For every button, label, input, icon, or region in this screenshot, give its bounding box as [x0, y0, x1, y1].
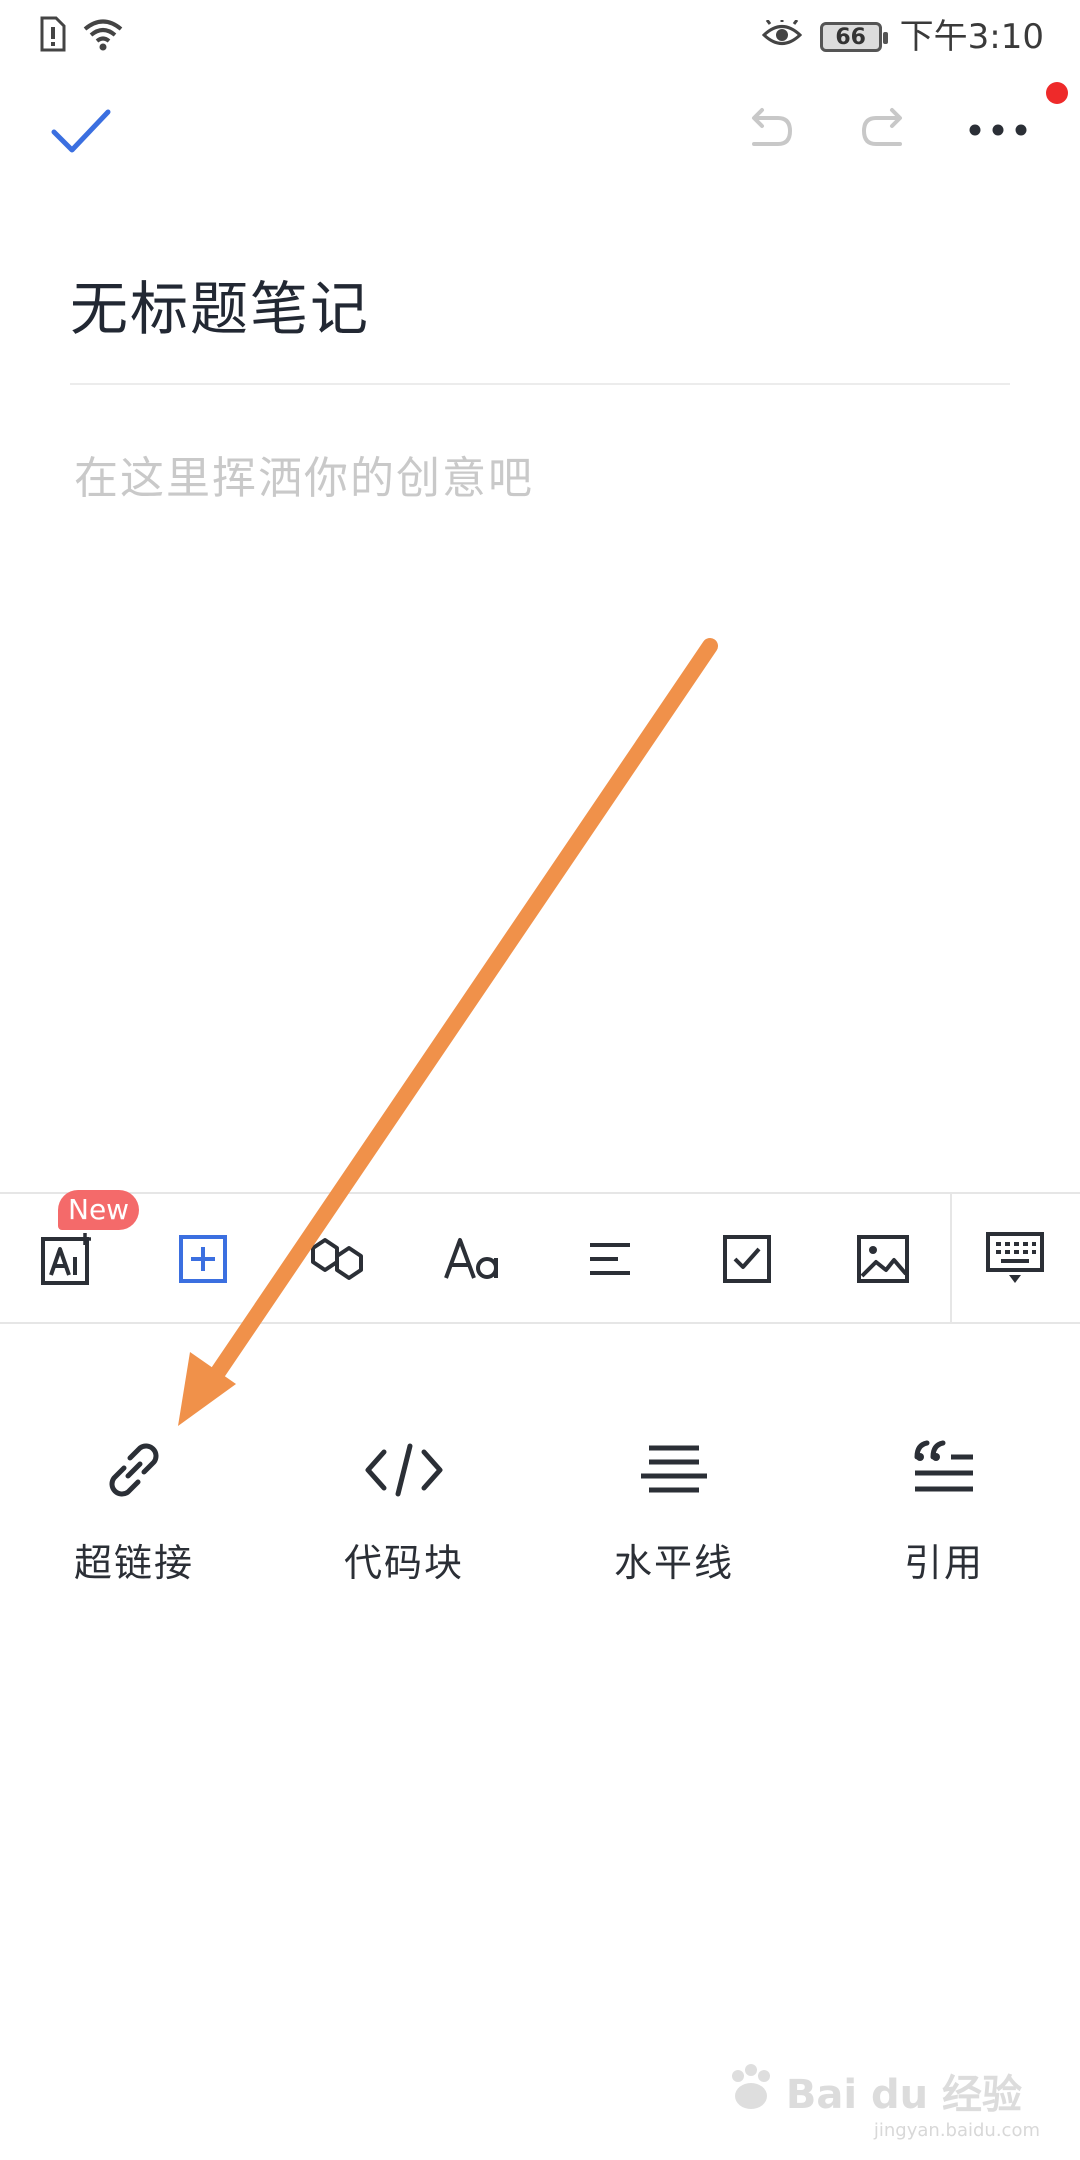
note-body-input[interactable]: 在这里挥洒你的创意吧	[74, 442, 534, 506]
notification-dot	[1046, 82, 1068, 104]
wifi-icon	[82, 17, 124, 55]
tool-checkbox[interactable]	[702, 1216, 792, 1306]
watermark: Bai du 经验	[724, 2062, 1022, 2120]
title-divider	[70, 383, 1010, 385]
insert-code-block-label: 代码块	[343, 1541, 464, 1585]
redo-icon[interactable]	[858, 106, 912, 160]
keyboard-icon	[985, 1231, 1045, 1291]
tool-keyboard[interactable]	[970, 1216, 1060, 1306]
watermark-text: Bai du 经验	[785, 2072, 1022, 2118]
tool-align[interactable]	[566, 1216, 656, 1306]
eye-comfort-icon	[761, 18, 802, 54]
link-format-icon	[307, 1234, 367, 1288]
status-left	[38, 16, 124, 56]
insert-code-block[interactable]: 代码块	[304, 1430, 504, 1587]
insert-icon	[177, 1233, 229, 1289]
horizontal-line-icon	[574, 1430, 774, 1510]
tool-insert[interactable]	[158, 1216, 248, 1306]
code-block-icon	[304, 1430, 504, 1510]
insert-quote-label: 引用	[903, 1541, 984, 1585]
insert-horizontal-line-label: 水平线	[613, 1541, 734, 1585]
hyperlink-icon	[34, 1430, 234, 1510]
note-title[interactable]: 无标题笔记	[70, 262, 370, 346]
ai-icon	[39, 1231, 95, 1291]
battery-icon: 66	[819, 22, 888, 52]
more-icon[interactable]	[968, 122, 1028, 141]
quote-icon	[844, 1430, 1044, 1510]
insert-hyperlink[interactable]: 超链接	[34, 1430, 234, 1587]
editor-toolbar	[0, 76, 1080, 196]
undo-icon[interactable]	[742, 106, 796, 160]
tool-image[interactable]	[838, 1216, 928, 1306]
check-icon[interactable]	[48, 104, 114, 164]
new-badge: New	[58, 1190, 140, 1230]
align-icon	[586, 1239, 636, 1283]
paw-logo-icon	[724, 2062, 778, 2120]
tool-format-block[interactable]	[292, 1216, 382, 1306]
status-bar: 66 下午3:10	[0, 0, 1080, 76]
format-toolbar	[0, 1192, 1080, 1324]
tool-font-style[interactable]	[428, 1216, 518, 1306]
insert-quote[interactable]: 引用	[844, 1430, 1044, 1587]
insert-horizontal-line[interactable]: 水平线	[574, 1430, 774, 1587]
sim-alert-icon	[38, 16, 66, 56]
image-icon	[856, 1234, 910, 1288]
watermark-url: jingyan.baidu.com	[873, 2120, 1040, 2141]
status-right: 66 下午3:10	[761, 12, 1044, 62]
insert-hyperlink-label: 超链接	[73, 1541, 194, 1585]
checkbox-icon	[721, 1233, 773, 1289]
status-time: 下午3:10	[899, 17, 1044, 57]
battery-level: 66	[835, 24, 866, 50]
toolbar-separator	[950, 1194, 952, 1322]
font-style-icon	[442, 1234, 504, 1288]
